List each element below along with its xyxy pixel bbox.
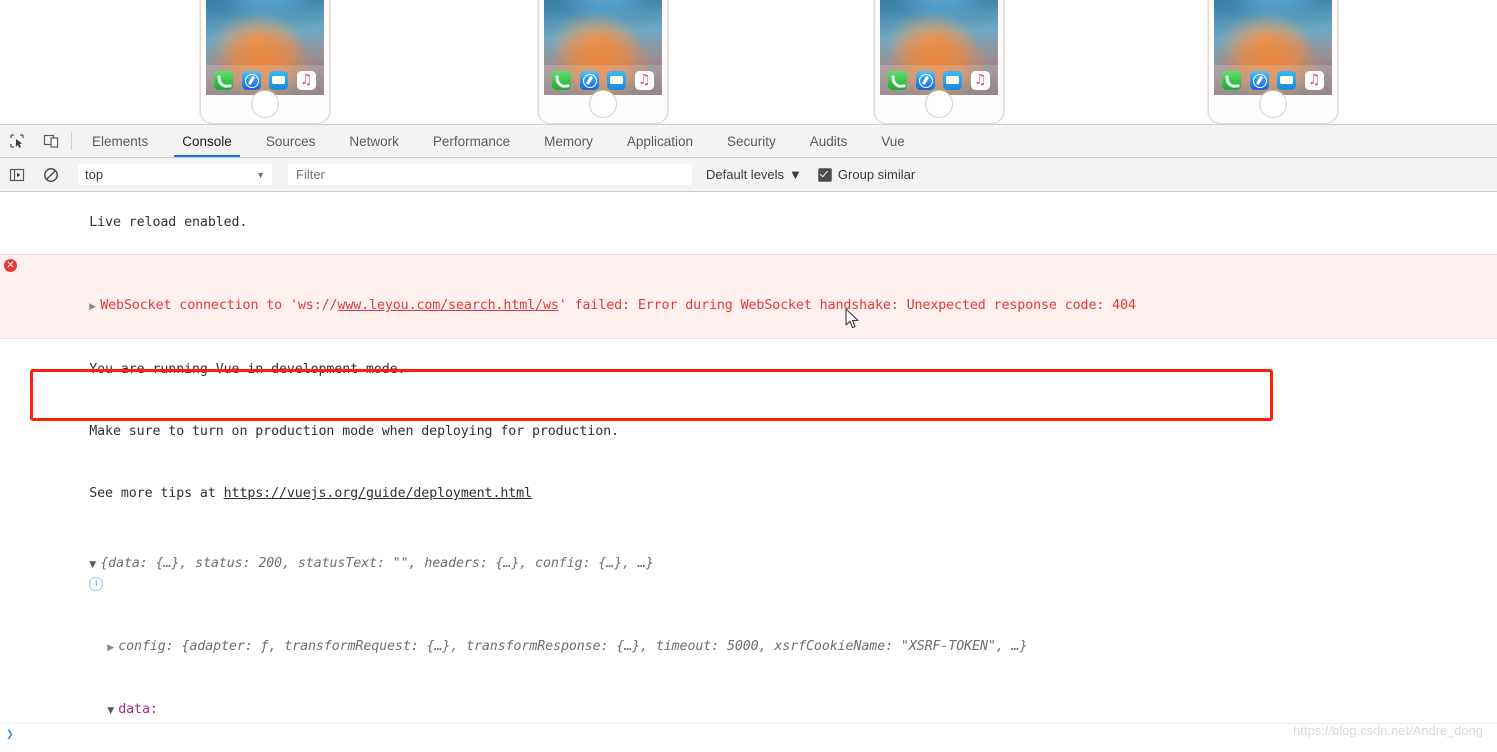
tab-network[interactable]: Network [332,125,416,157]
screenshot-root: Elements Console Sources Network Perform… [0,0,1497,752]
vue-dev-text-1: You are running Vue in development mode. [89,362,406,377]
phone-screen-wallpaper [880,0,998,95]
live-reload-text: Live reload enabled. [89,215,248,230]
home-button [589,90,617,118]
config-text: config: {adapter: ƒ, transformRequest: {… [118,639,1028,654]
music-icon [634,70,654,90]
chevron-down-icon: ▼ [789,167,802,182]
collapse-arrow-icon[interactable]: ▼ [107,701,118,721]
home-button [251,90,279,118]
console-prompt[interactable]: ❯ [0,723,1497,752]
console-filter-bar: top ▼ Default levels ▼ Group similar [0,158,1497,192]
phone-icon [1222,70,1242,90]
console-line-object-summary[interactable]: ▼ {data: {…}, status: 200, statusText: ""… [0,533,1497,616]
console-sidebar-icon[interactable] [0,167,34,183]
vue-deployment-link[interactable]: https://vuejs.org/guide/deployment.html [224,486,532,501]
phone-icon [888,70,908,90]
expand-arrow-icon[interactable]: ▶ [89,297,100,317]
info-badge-icon[interactable]: i [89,577,104,591]
group-similar-toggle[interactable]: Group similar [817,167,916,182]
music-icon [296,70,316,90]
log-levels-dropdown[interactable]: Default levels ▼ [706,167,802,182]
phone-screen-wallpaper [544,0,662,95]
product-image-iphone-4[interactable] [1208,0,1338,124]
group-similar-label: Group similar [837,167,916,182]
tab-elements[interactable]: Elements [75,125,165,157]
phone-screen-wallpaper [206,0,324,95]
music-icon [970,70,990,90]
execution-context-select[interactable]: top ▼ [78,164,272,185]
error-icon: ✕ [4,259,17,272]
product-image-iphone-1[interactable] [200,0,330,124]
tab-application[interactable]: Application [610,125,710,157]
tab-security[interactable]: Security [710,125,793,157]
ws-url-link[interactable]: www.leyou.com/search.html/ws [337,298,558,313]
console-line-config[interactable]: ▶ config: {adapter: ƒ, transformRequest: … [0,616,1497,679]
inspect-element-icon[interactable] [0,125,34,157]
safari-icon [1249,70,1269,90]
console-filter-input[interactable] [288,164,692,185]
ws-error-prefix: WebSocket connection to 'ws:// [100,298,338,313]
web-page-content [0,0,1497,124]
data-key-label: data: [118,702,158,717]
tab-vue[interactable]: Vue [864,125,922,157]
phone-icon [214,70,234,90]
console-line-websocket-error[interactable]: ✕ ▶ WebSocket connection to 'ws://www.ley… [0,254,1497,339]
clear-console-icon[interactable] [34,167,68,183]
phone-screen-wallpaper [1214,0,1332,95]
messages-icon [1277,70,1297,90]
messages-icon [943,70,963,90]
safari-icon [241,70,261,90]
product-image-iphone-2[interactable] [538,0,668,124]
product-image-iphone-3[interactable] [874,0,1004,124]
tab-audits[interactable]: Audits [793,125,865,157]
expand-arrow-icon[interactable]: ▶ [107,638,118,658]
watermark-text: https://blog.csdn.net/Andre_dong [1293,724,1483,738]
console-line-live-reload: Live reload enabled. [0,192,1497,254]
home-button [1259,90,1287,118]
toolbar-divider [71,132,72,150]
vue-tips-prefix: See more tips at [89,486,224,501]
prompt-caret-icon: ❯ [6,727,14,742]
execution-context-value: top [85,167,104,182]
safari-icon [915,70,935,90]
device-toolbar-icon[interactable] [34,125,68,157]
tab-sources[interactable]: Sources [249,125,333,157]
mouse-cursor-icon [845,308,859,329]
console-message-list[interactable]: Live reload enabled. ✕ ▶ WebSocket connec… [0,192,1497,752]
console-line-vue-dev-2: Make sure to turn on production mode whe… [0,401,1497,463]
devtools-tab-list: Elements Console Sources Network Perform… [75,125,922,157]
messages-icon [269,70,289,90]
devtools-panel: Elements Console Sources Network Perform… [0,124,1497,752]
console-line-vue-dev-3: See more tips at https://vuejs.org/guide… [0,463,1497,525]
tab-console[interactable]: Console [165,125,249,157]
log-levels-label: Default levels [706,167,785,182]
messages-icon [607,70,627,90]
group-similar-checkbox[interactable] [817,167,832,182]
tab-performance[interactable]: Performance [416,125,527,157]
music-icon [1304,70,1324,90]
home-button [925,90,953,118]
tab-memory[interactable]: Memory [527,125,610,157]
collapse-arrow-icon[interactable]: ▼ [89,555,100,575]
object-summary-text: {data: {…}, status: 200, statusText: "",… [100,556,654,571]
console-line-vue-dev-1: You are running Vue in development mode. [0,339,1497,401]
phone-icon [552,70,572,90]
chevron-down-icon: ▼ [256,169,265,180]
devtools-tabbar: Elements Console Sources Network Perform… [0,125,1497,158]
vue-dev-text-2: Make sure to turn on production mode whe… [89,424,619,439]
safari-icon [579,70,599,90]
